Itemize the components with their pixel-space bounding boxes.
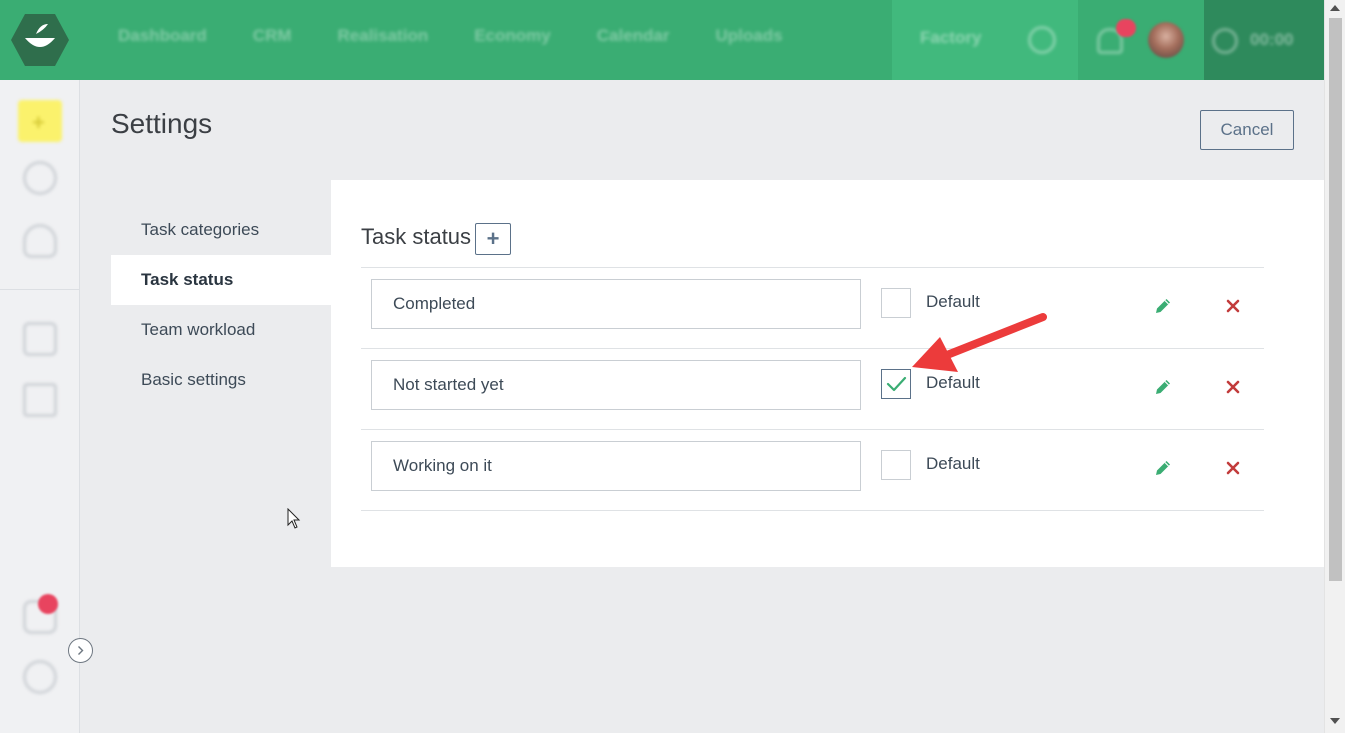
nav-calendar[interactable]: Calendar: [597, 26, 670, 46]
cancel-button[interactable]: Cancel: [1200, 110, 1294, 150]
globe-icon[interactable]: [1028, 26, 1056, 54]
help-icon[interactable]: [23, 660, 57, 694]
nav-economy[interactable]: Economy: [474, 26, 551, 46]
default-checkbox[interactable]: [881, 369, 911, 399]
close-icon[interactable]: [1226, 461, 1240, 475]
nav-realisation[interactable]: Realisation: [338, 26, 429, 46]
reports-icon[interactable]: [23, 383, 57, 417]
user-icon[interactable]: [23, 224, 57, 258]
add-status-button[interactable]: +: [475, 223, 511, 255]
default-label: Default: [926, 373, 980, 392]
default-label: Default: [926, 292, 980, 311]
main-nav: Dashboard CRM Realisation Economy Calend…: [118, 26, 829, 46]
search-icon[interactable]: [23, 161, 57, 195]
side-item-team-workload[interactable]: Team workload: [111, 305, 331, 355]
timer-text: 00:00: [1250, 30, 1294, 49]
scrollbar-thumb[interactable]: [1329, 18, 1342, 581]
nav-uploads[interactable]: Uploads: [716, 26, 783, 46]
top-bar: Dashboard CRM Realisation Economy Calend…: [0, 0, 1324, 80]
tasks-icon[interactable]: [23, 322, 57, 356]
status-list: Default Default: [361, 267, 1264, 511]
close-icon[interactable]: [1226, 380, 1240, 394]
status-name-input[interactable]: [371, 279, 861, 329]
chat-badge: [38, 594, 58, 614]
page-scrollbar[interactable]: [1324, 0, 1345, 733]
clock-icon[interactable]: [1212, 28, 1238, 54]
status-row: Default: [361, 268, 1264, 349]
factory-selector[interactable]: Factory: [920, 28, 981, 48]
status-row: Default: [361, 430, 1264, 511]
status-name-input[interactable]: [371, 441, 861, 491]
page-title: Settings: [111, 108, 213, 139]
pencil-icon[interactable]: [1153, 296, 1173, 316]
chevron-right-icon: [78, 646, 84, 655]
default-label: Default: [926, 454, 980, 473]
side-item-task-status[interactable]: Task status: [111, 255, 331, 305]
side-item-basic-settings[interactable]: Basic settings: [111, 355, 331, 405]
status-row: Default: [361, 349, 1264, 430]
add-icon[interactable]: +: [18, 100, 62, 142]
status-name-input[interactable]: [371, 360, 861, 410]
rail-divider: [0, 289, 80, 290]
default-checkbox[interactable]: [881, 288, 911, 318]
pencil-icon[interactable]: [1153, 458, 1173, 478]
panel-title: Task status: [361, 224, 472, 249]
notification-badge: [1116, 19, 1136, 37]
pencil-icon[interactable]: [1153, 377, 1173, 397]
task-status-panel: Task status + Default Default: [331, 180, 1324, 567]
expand-sidebar-button[interactable]: [68, 638, 93, 663]
scroll-up-arrow-icon[interactable]: [1330, 5, 1340, 11]
scroll-down-arrow-icon[interactable]: [1330, 718, 1340, 724]
close-icon[interactable]: [1226, 299, 1240, 313]
nav-crm[interactable]: CRM: [253, 26, 292, 46]
app-logo-icon[interactable]: [10, 12, 70, 68]
default-checkbox[interactable]: [881, 450, 911, 480]
avatar[interactable]: [1148, 22, 1184, 58]
side-item-task-categories[interactable]: Task categories: [111, 205, 331, 255]
mouse-cursor-icon: [287, 508, 301, 529]
nav-dashboard[interactable]: Dashboard: [118, 26, 207, 46]
checkmark-icon: [886, 376, 907, 392]
settings-side-nav: Task categories Task status Team workloa…: [111, 205, 331, 405]
